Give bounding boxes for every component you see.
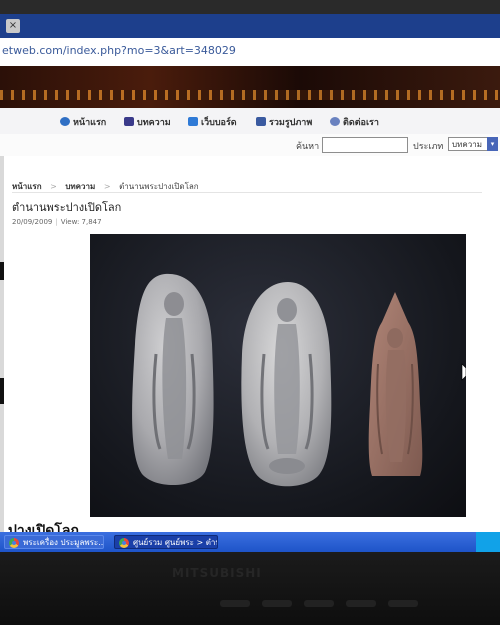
taskbar-item[interactable]: ศูนย์รวม ศูนย์พระ > ตำนาน... <box>114 535 218 549</box>
monitor-button[interactable] <box>262 600 292 607</box>
amulet-right <box>368 292 423 476</box>
chrome-icon <box>9 538 19 548</box>
type-select[interactable]: บทความ ▾ <box>448 137 498 151</box>
monitor-button[interactable] <box>346 600 376 607</box>
nav-item-contact[interactable]: ติดต่อเรา <box>330 115 379 129</box>
article-photo <box>90 234 466 517</box>
monitor-button[interactable] <box>388 600 418 607</box>
amulet-middle <box>241 282 332 487</box>
search-row: ค้นหา ประเภท บทความ ▾ <box>0 134 500 157</box>
article-views: View: 7,847 <box>60 218 102 226</box>
left-column-edge <box>0 156 4 552</box>
breadcrumb-home[interactable]: หน้าแรก <box>12 182 42 191</box>
article-icon <box>124 117 134 126</box>
site-banner <box>0 66 500 108</box>
os-taskbar: พระเครื่อง ประมูลพระ... ศูนย์รวม ศูนย์พร… <box>0 532 500 552</box>
webboard-icon <box>188 117 198 126</box>
taskbar-item[interactable]: พระเครื่อง ประมูลพระ... <box>4 535 104 549</box>
page-content: หน้าแรก > บทความ > ตำนานพระปางเปิดโลก ตำ… <box>0 156 500 552</box>
chevron-down-icon[interactable]: ▾ <box>487 137 498 151</box>
system-tray[interactable] <box>476 532 500 552</box>
breadcrumb-separator: > <box>103 182 111 191</box>
monitor-bezel-bottom: MITSUBISHI <box>0 552 500 625</box>
gallery-icon <box>256 117 266 126</box>
taskbar-item-label: พระเครื่อง ประมูลพระ... <box>23 538 104 547</box>
nav-item-webboard[interactable]: เว็บบอร์ด <box>188 115 237 129</box>
mouse-cursor-icon <box>461 363 466 381</box>
browser-title-bar: × <box>0 14 500 38</box>
monitor-button[interactable] <box>220 600 250 607</box>
main-nav: หน้าแรก บทความ เว็บบอร์ด รวมรูปภาพ ติดต่… <box>0 108 500 135</box>
nav-item-home[interactable]: หน้าแรก <box>60 115 106 129</box>
tab-close-button[interactable]: × <box>6 19 20 33</box>
screen: × etweb.com/index.php?mo=3&art=348029 หน… <box>0 14 500 552</box>
url-text[interactable]: etweb.com/index.php?mo=3&art=348029 <box>2 44 236 57</box>
monitor-brand: MITSUBISHI <box>172 566 262 580</box>
amulet-photo-illustration <box>132 273 466 487</box>
page-title: ตำนานพระปางเปิดโลก <box>12 201 122 214</box>
monitor-bezel-top <box>0 0 500 14</box>
article-date: 20/09/2009 <box>12 218 53 226</box>
divider <box>12 192 482 193</box>
search-input[interactable] <box>322 137 408 153</box>
left-column-marker <box>0 378 4 404</box>
breadcrumb-separator: > <box>50 182 57 191</box>
search-label: ค้นหา <box>296 142 320 152</box>
home-icon <box>60 117 70 126</box>
left-column-marker <box>0 262 4 280</box>
nav-item-label: รวมรูปภาพ <box>269 118 313 128</box>
nav-item-label: ติดต่อเรา <box>343 118 379 128</box>
article-meta: 20/09/2009 | View: 7,847 <box>12 218 102 226</box>
nav-item-label: เว็บบอร์ด <box>201 118 237 128</box>
nav-item-label: บทความ <box>137 118 171 128</box>
nav-item-gallery[interactable]: รวมรูปภาพ <box>256 115 312 129</box>
amulet-left <box>132 273 214 486</box>
meta-separator: | <box>55 218 58 226</box>
taskbar-item-label: ศูนย์รวม ศูนย์พระ > ตำนาน... <box>133 538 217 547</box>
nav-item-articles[interactable]: บทความ <box>124 115 171 129</box>
breadcrumb-current: ตำนานพระปางเปิดโลก <box>119 182 199 191</box>
nav-item-label: หน้าแรก <box>73 118 107 128</box>
monitor-button[interactable] <box>304 600 334 607</box>
address-bar[interactable]: etweb.com/index.php?mo=3&art=348029 <box>0 38 500 67</box>
type-select-value: บทความ <box>452 140 482 149</box>
chrome-icon <box>119 538 129 548</box>
breadcrumb-section[interactable]: บทความ <box>65 182 95 191</box>
contact-icon <box>330 117 340 126</box>
banner-decoration <box>0 90 500 100</box>
type-label: ประเภท <box>413 142 444 152</box>
